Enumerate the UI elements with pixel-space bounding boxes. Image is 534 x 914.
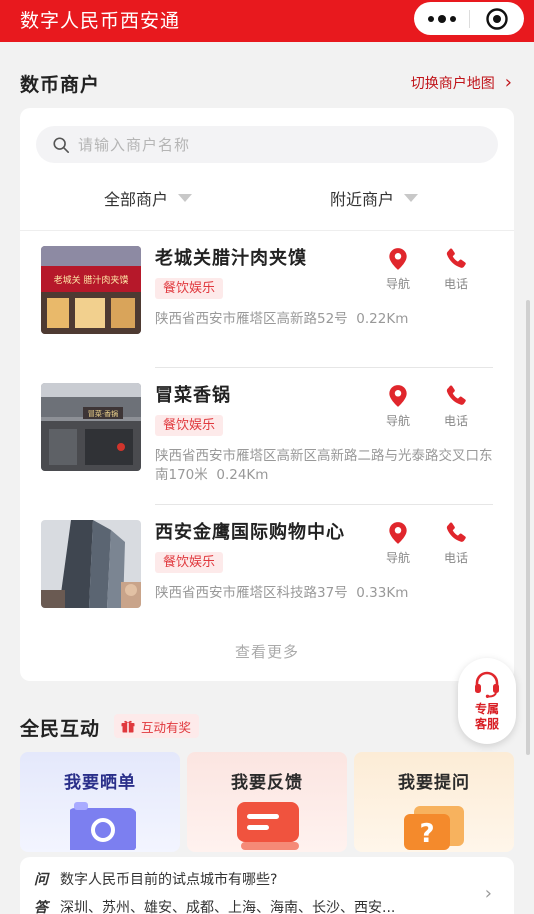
merchant-name: 老城关腊汁肉夹馍 [155,248,307,269]
distance-text: 0.33Km [356,585,409,601]
faq-question: 问 数字人民币目前的试点城市有哪些? [34,869,277,889]
address-text: 陕西省西安市雁塔区高新路52号 [155,311,348,327]
navigate-label: 导航 [385,414,410,428]
question-icon: ? [404,806,464,850]
filter-nearby-merchants[interactable]: 附近商户 [330,186,419,210]
ask-question-tile[interactable]: 我要提问 ? [354,752,514,852]
tile-label: 我要晒单 [64,773,136,793]
search-placeholder: 请输入商户名称 [78,136,191,154]
navigate-label: 导航 [385,277,410,291]
faq-card[interactable]: 问 数字人民币目前的试点城市有哪些? 答 深圳、苏州、雄安、成都、上海、海南、长… [20,857,514,914]
faq-answer: 答 深圳、苏州、雄安、成都、上海、海南、长沙、西安... [34,897,395,914]
category-tag: 餐饮娱乐 [155,415,224,436]
message-icon [237,802,299,850]
question-text: 数字人民币目前的试点城市有哪些? [60,872,278,888]
filter-divider [20,230,514,231]
call-label: 电话 [443,551,468,565]
merchant-item[interactable]: 西安金鹰国际购物中心 餐饮娱乐 陕西省西安市雁塔区科技路37号 0.33Km 导… [20,506,514,636]
merchant-item[interactable]: 冒菜·香锅 冒菜香锅 餐饮娱乐 陕西省西安市雁塔区高新区高新路二路与光泰路交叉口… [20,369,514,499]
merchant-name: 冒菜香锅 [155,385,231,406]
answer-text: 深圳、苏州、雄安、成都、上海、海南、长沙、西安... [60,900,396,914]
app-title: 数字人民币西安通 [20,10,181,32]
filter-nearby-label: 附近商户 [330,190,395,209]
target-close-icon [486,7,508,30]
answer-mark-icon: 答 [34,900,48,914]
switch-map-link[interactable]: 切换商户地图 › [411,72,512,93]
service-label-line2: 客服 [474,717,499,731]
call-label: 电话 [443,414,468,428]
see-more-button[interactable]: 查看更多 [20,641,514,662]
location-pin-icon [389,248,407,270]
tile-label: 我要反馈 [231,773,303,793]
more-menu-button[interactable] [414,2,469,35]
navigate-button[interactable]: 导航 [378,520,418,566]
call-button[interactable]: 电话 [436,383,476,429]
merchant-address: 陕西省西安市雁塔区高新路52号 0.22Km [155,310,500,329]
dropdown-arrow-icon [404,194,419,202]
location-pin-icon [389,385,407,407]
app-header: 数字人民币西安通 [0,0,534,42]
address-text: 陕西省西安市雁塔区高新区高新路二路与光泰路交叉口东南170米 [155,448,493,483]
shop-sign-text: 冒菜·香锅 [88,409,118,418]
merchant-name: 西安金鹰国际购物中心 [155,522,345,543]
chevron-right-icon: › [484,883,492,904]
svg-text:?: ? [419,819,434,849]
headset-icon [475,671,499,698]
merchant-photo [41,520,141,608]
distance-text: 0.22Km [356,311,409,327]
dropdown-arrow-icon [178,194,193,202]
gift-icon [121,720,135,733]
share-order-tile[interactable]: 我要晒单 [20,752,180,852]
row-divider [155,367,493,368]
navigate-button[interactable]: 导航 [378,383,418,429]
switch-map-label: 切换商户地图 [410,75,495,92]
filter-all-merchants[interactable]: 全部商户 [104,186,193,210]
search-input[interactable]: 请输入商户名称 [36,126,498,163]
category-tag: 餐饮娱乐 [155,278,224,299]
merchant-address: 陕西省西安市雁塔区科技路37号 0.33Km [155,584,500,603]
chevron-right-icon: › [504,72,512,93]
search-icon [53,136,70,153]
call-button[interactable]: 电话 [436,520,476,566]
phone-icon [446,248,466,268]
customer-service-button[interactable]: 专属 客服 [458,658,516,744]
distance-text: 0.24Km [216,467,269,483]
close-miniapp-button[interactable] [470,2,524,35]
question-mark-icon: 问 [34,872,48,888]
reward-badge-label: 互动有奖 [141,719,192,735]
camera-icon [70,802,136,850]
service-label-line1: 专属 [474,702,499,716]
reward-badge: 互动有奖 [114,714,200,738]
phone-icon [446,522,466,542]
shop-sign-text: 老城关 腊汁肉夹馍 [54,274,129,286]
merchant-card: 请输入商户名称 全部商户 附近商户 老城关 腊汁肉夹馍 老城关腊汁肉夹馍 餐饮娱… [20,108,514,681]
navigate-button[interactable]: 导航 [378,246,418,292]
phone-icon [446,385,466,405]
category-tag: 餐饮娱乐 [155,552,224,573]
navigate-label: 导航 [385,551,410,565]
call-button[interactable]: 电话 [436,246,476,292]
feedback-tile[interactable]: 我要反馈 [187,752,347,852]
merchants-section-title: 数币商户 [20,74,101,96]
merchant-address: 陕西省西安市雁塔区高新区高新路二路与光泰路交叉口东南170米 0.24Km [155,447,500,485]
row-divider [155,504,493,505]
miniapp-capsule [414,2,524,35]
merchant-photo: 老城关 腊汁肉夹馍 [41,246,141,334]
location-pin-icon [389,522,407,544]
merchant-item[interactable]: 老城关 腊汁肉夹馍 老城关腊汁肉夹馍 餐饮娱乐 陕西省西安市雁塔区高新路52号 … [20,232,514,362]
scrollbar[interactable] [526,300,530,755]
address-text: 陕西省西安市雁塔区科技路37号 [155,585,348,601]
merchant-photo: 冒菜·香锅 [41,383,141,471]
filter-all-label: 全部商户 [104,190,169,209]
tile-label: 我要提问 [398,773,470,793]
call-label: 电话 [443,277,468,291]
interaction-section-title: 全民互动 [20,718,101,740]
